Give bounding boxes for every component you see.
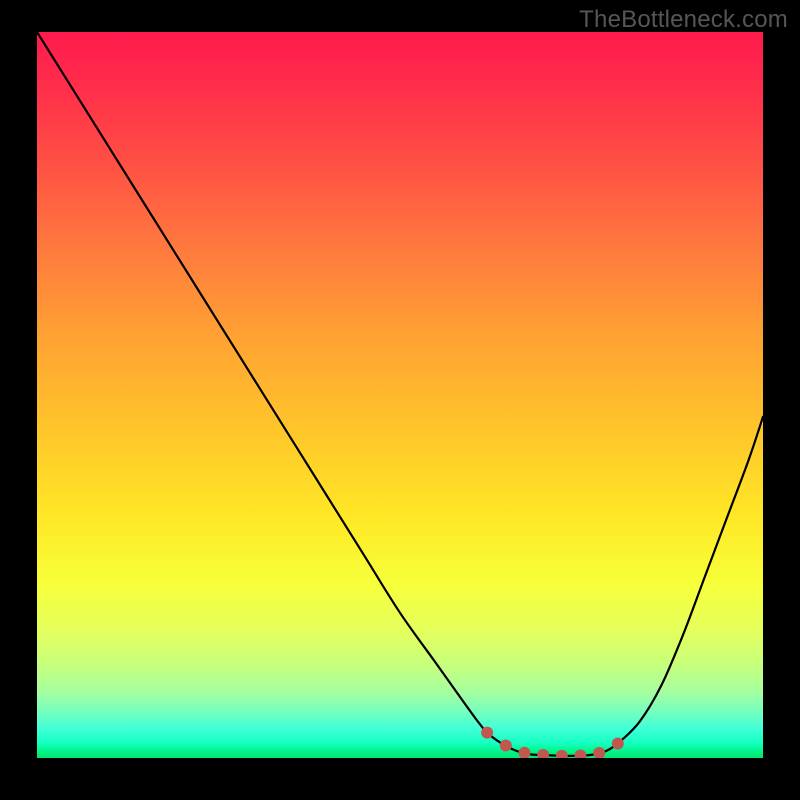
- flat-region-dots: [481, 727, 624, 758]
- plot-area: [37, 32, 763, 758]
- watermark-text: TheBottleneck.com: [579, 6, 788, 34]
- flat-dot: [537, 749, 549, 758]
- flat-dot: [481, 727, 493, 739]
- curve-svg: [37, 32, 763, 758]
- flat-dot: [556, 750, 568, 758]
- bottleneck-curve: [37, 32, 763, 756]
- flat-dot: [593, 747, 605, 758]
- flat-dot: [574, 750, 586, 758]
- chart-frame: TheBottleneck.com: [0, 0, 800, 800]
- flat-dot: [500, 740, 512, 752]
- flat-dot: [518, 747, 530, 758]
- flat-dot: [612, 737, 624, 749]
